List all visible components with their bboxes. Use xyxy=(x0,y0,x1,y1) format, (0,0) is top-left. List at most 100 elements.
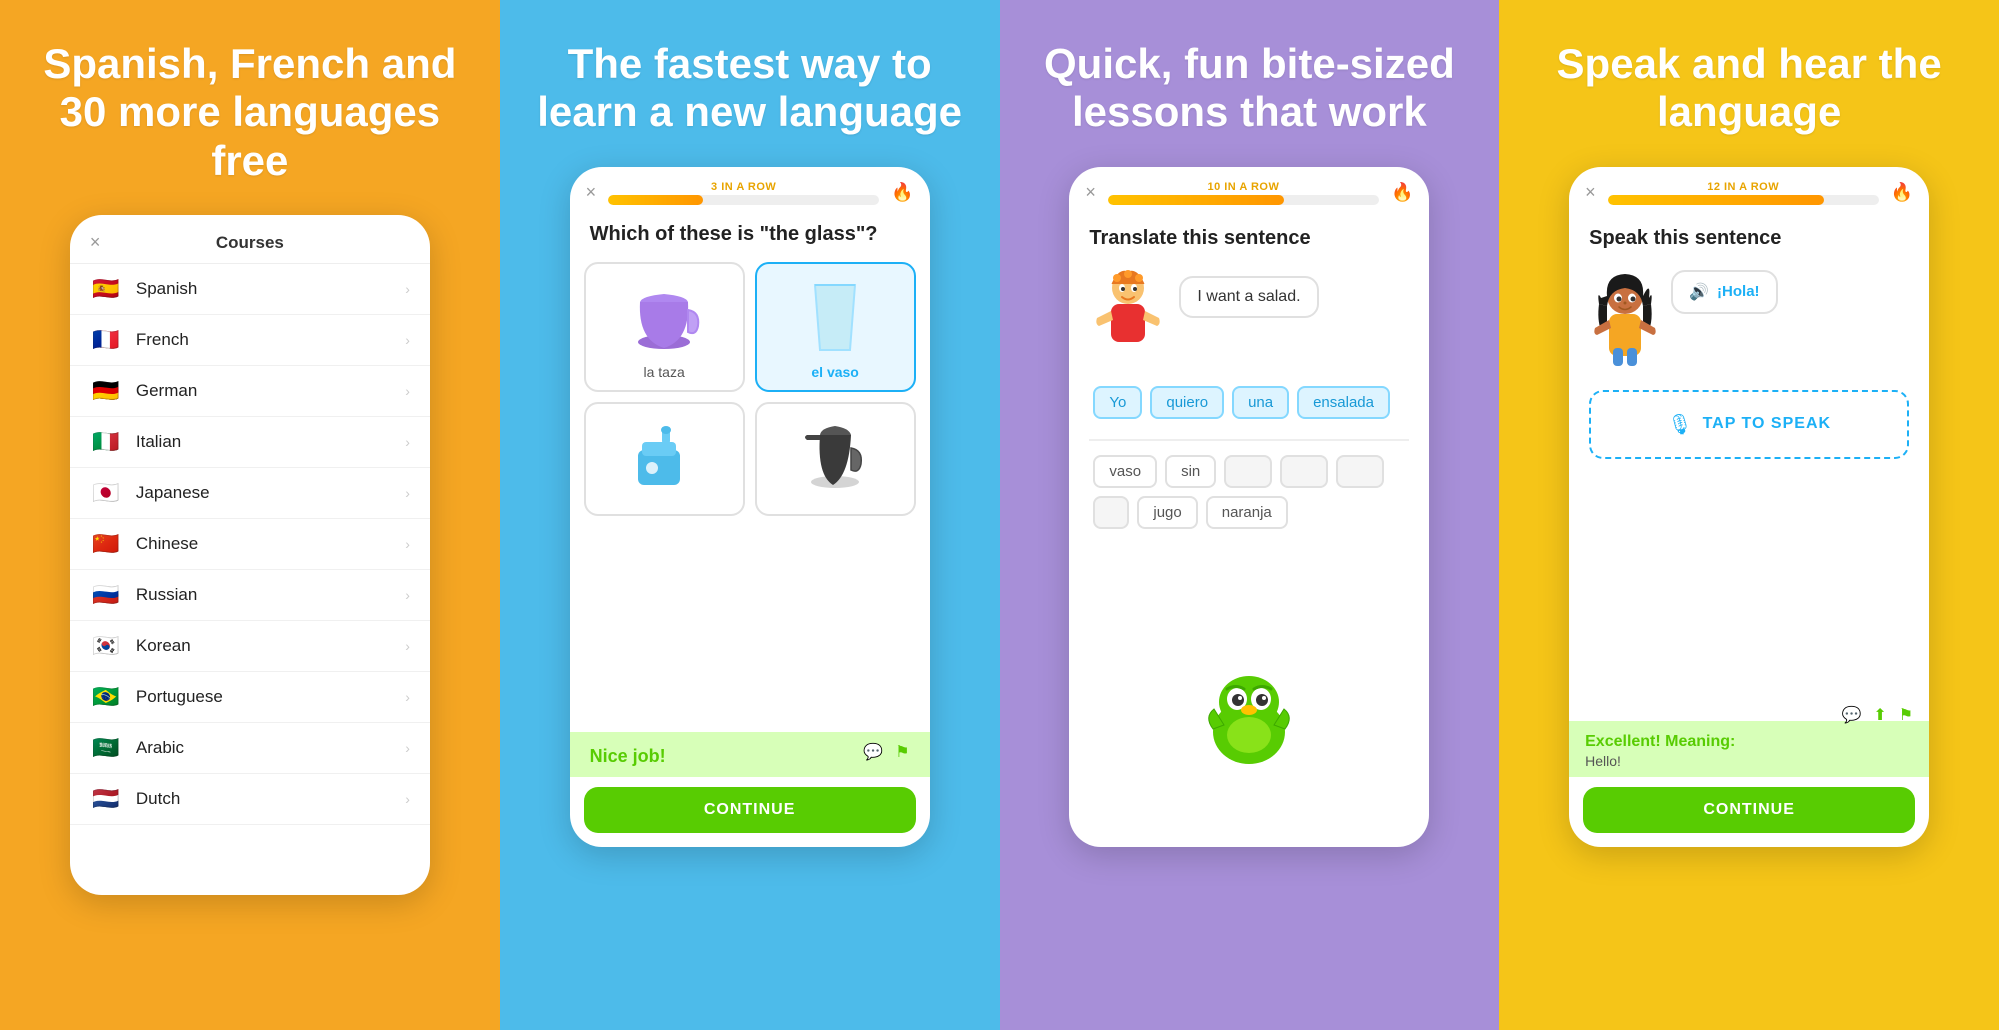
course-item[interactable]: 🇳🇱 Dutch › xyxy=(70,774,430,825)
course-item[interactable]: 🇨🇳 Chinese › xyxy=(70,519,430,570)
course-item[interactable]: 🇸🇦 Arabic › xyxy=(70,723,430,774)
course-flag: 🇨🇳 xyxy=(90,533,122,555)
quiz-option-cup[interactable]: la taza xyxy=(584,262,745,392)
translate-close-icon[interactable]: × xyxy=(1085,182,1096,203)
chat-icon[interactable]: 💬 xyxy=(863,742,883,762)
feedback-icons: 💬 ⚑ xyxy=(863,742,909,762)
excellent-icons: 💬 ⬆ ⚑ xyxy=(1841,705,1913,725)
chip-quiero[interactable]: quiero xyxy=(1150,386,1224,419)
flag-icon-speak[interactable]: ⚑ xyxy=(1899,705,1913,725)
speak-close-icon[interactable]: × xyxy=(1585,182,1596,203)
chevron-icon: › xyxy=(405,587,410,603)
progress-fill xyxy=(608,195,703,205)
course-name: German xyxy=(136,381,197,401)
course-left: 🇧🇷 Portuguese xyxy=(90,686,223,708)
excellent-feedback-bar: 💬 ⬆ ⚑ Excellent! Meaning: Hello! xyxy=(1569,721,1929,777)
translate-streak-label: 10 IN A ROW xyxy=(1207,181,1279,193)
course-flag: 🇯🇵 xyxy=(90,482,122,504)
chevron-icon: › xyxy=(405,536,410,552)
microphone-icon: 🎙 xyxy=(1667,412,1692,437)
panel2-title: The fastest way to learn a new language xyxy=(530,40,970,137)
courses-close-icon[interactable]: × xyxy=(90,232,101,253)
chat-icon-speak[interactable]: 💬 xyxy=(1841,705,1861,725)
courses-header: × Courses xyxy=(70,215,430,264)
quiz-option-sugar[interactable] xyxy=(584,402,745,516)
course-name: Russian xyxy=(136,585,197,605)
share-icon-speak[interactable]: ⬆ xyxy=(1873,705,1886,725)
course-name: Korean xyxy=(136,636,191,656)
chevron-icon: › xyxy=(405,791,410,807)
courses-list: 🇪🇸 Spanish › 🇫🇷 French › 🇩🇪 German › 🇮🇹 … xyxy=(70,264,430,825)
coffee-svg xyxy=(795,420,875,495)
chip-una[interactable]: una xyxy=(1232,386,1289,419)
chip-yo[interactable]: Yo xyxy=(1093,386,1142,419)
quiz-option-glass[interactable]: el vaso xyxy=(755,262,916,392)
panel-languages: Spanish, French and 30 more languages fr… xyxy=(0,0,500,1030)
tap-to-speak-button[interactable]: 🎙 TAP TO SPEAK xyxy=(1589,390,1909,459)
translate-top-bar: × 10 IN A ROW 🔥 xyxy=(1069,167,1429,213)
course-item[interactable]: 🇫🇷 French › xyxy=(70,315,430,366)
cup-svg xyxy=(624,280,704,355)
quiz-close-icon[interactable]: × xyxy=(586,182,597,203)
course-left: 🇪🇸 Spanish xyxy=(90,278,197,300)
panel1-title: Spanish, French and 30 more languages fr… xyxy=(30,40,470,185)
course-flag: 🇷🇺 xyxy=(90,584,122,606)
word-bank: vaso sin jugo naranja xyxy=(1089,455,1409,529)
bank-chip-sin[interactable]: sin xyxy=(1165,455,1216,488)
glass-image xyxy=(790,278,880,358)
course-left: 🇨🇳 Chinese xyxy=(90,533,198,555)
cup-image xyxy=(619,278,709,358)
course-flag: 🇳🇱 xyxy=(90,788,122,810)
chevron-icon: › xyxy=(405,485,410,501)
girl-character-svg xyxy=(1589,270,1661,370)
bank-chip-vaso[interactable]: vaso xyxy=(1093,455,1157,488)
course-flag: 🇩🇪 xyxy=(90,380,122,402)
course-left: 🇷🇺 Russian xyxy=(90,584,197,606)
continue-button-panel4[interactable]: CONTINUE xyxy=(1583,787,1915,833)
progress-bar xyxy=(608,195,879,205)
course-name: Japanese xyxy=(136,483,210,503)
course-item[interactable]: 🇩🇪 German › xyxy=(70,366,430,417)
course-left: 🇩🇪 German xyxy=(90,380,197,402)
panel2-phone: × 3 IN A ROW 🔥 Which of these is "the gl… xyxy=(570,167,930,847)
course-left: 🇳🇱 Dutch xyxy=(90,788,180,810)
sugar-image xyxy=(619,418,709,498)
flag-icon[interactable]: ⚑ xyxy=(895,742,909,762)
speak-character-row: 🔊 ¡Hola! xyxy=(1589,270,1909,370)
bank-chip-empty3 xyxy=(1336,455,1384,488)
panel4-phone: × 12 IN A ROW 🔥 Speak this sentence xyxy=(1569,167,1929,847)
chip-ensalada[interactable]: ensalada xyxy=(1297,386,1390,419)
course-item[interactable]: 🇰🇷 Korean › xyxy=(70,621,430,672)
course-left: 🇰🇷 Korean xyxy=(90,635,191,657)
course-item[interactable]: 🇧🇷 Portuguese › xyxy=(70,672,430,723)
course-item[interactable]: 🇷🇺 Russian › xyxy=(70,570,430,621)
bank-chip-naranja[interactable]: naranja xyxy=(1206,496,1288,529)
course-item[interactable]: 🇮🇹 Italian › xyxy=(70,417,430,468)
glass-svg xyxy=(800,280,870,355)
course-item[interactable]: 🇪🇸 Spanish › xyxy=(70,264,430,315)
speak-streak-label: 12 IN A ROW xyxy=(1707,181,1779,193)
course-name: Italian xyxy=(136,432,181,452)
course-flag: 🇫🇷 xyxy=(90,329,122,351)
continue-button-panel2[interactable]: CONTINUE xyxy=(584,787,916,833)
chevron-icon: › xyxy=(405,434,410,450)
course-item[interactable]: 🇯🇵 Japanese › xyxy=(70,468,430,519)
quiz-question: Which of these is "the glass"? xyxy=(570,213,930,262)
speak-scene: Speak this sentence xyxy=(1569,213,1929,721)
course-left: 🇯🇵 Japanese xyxy=(90,482,210,504)
speak-question: Speak this sentence xyxy=(1589,227,1909,250)
course-name: Spanish xyxy=(136,279,197,299)
duo-owl-svg xyxy=(1194,667,1304,767)
course-flag: 🇪🇸 xyxy=(90,278,122,300)
chevron-icon: › xyxy=(405,281,410,297)
translate-flame-icon: 🔥 xyxy=(1391,182,1413,203)
course-flag: 🇮🇹 xyxy=(90,431,122,453)
panel-fastest: The fastest way to learn a new language … xyxy=(500,0,1000,1030)
quiz-option-coffee[interactable] xyxy=(755,402,916,516)
quiz-options-grid: la taza el vaso xyxy=(570,262,930,516)
course-left: 🇮🇹 Italian xyxy=(90,431,181,453)
course-name: Chinese xyxy=(136,534,198,554)
bank-chip-jugo[interactable]: jugo xyxy=(1137,496,1197,529)
translate-question: Translate this sentence xyxy=(1089,227,1409,250)
selected-words-row: Yo quiero una ensalada xyxy=(1089,386,1409,419)
